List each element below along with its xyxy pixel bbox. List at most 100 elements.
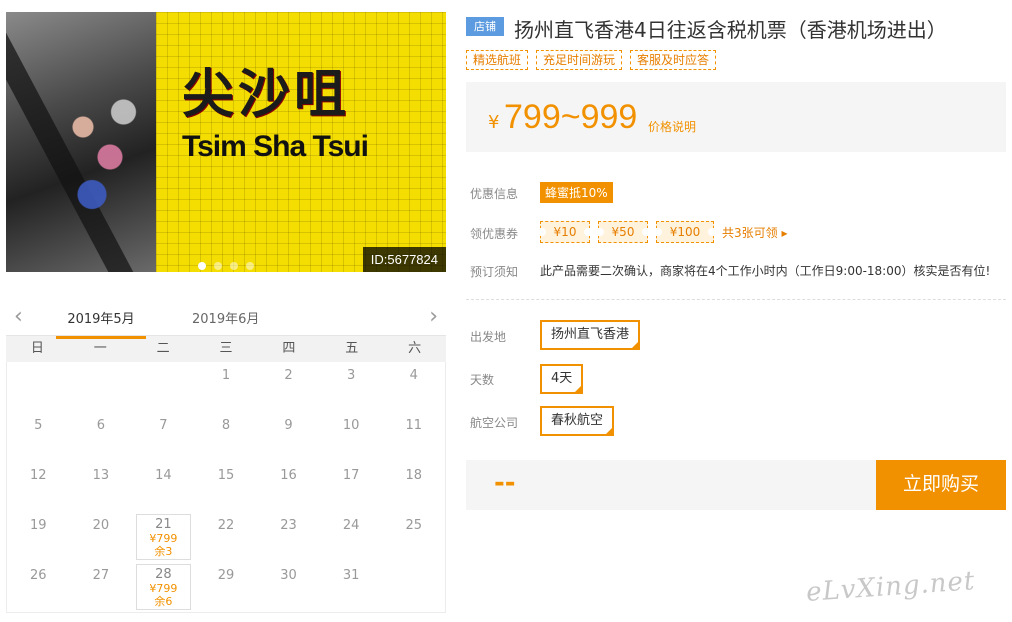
weekday-label: 日 xyxy=(30,341,44,356)
day-number: 27 xyxy=(92,568,110,583)
carousel-dot[interactable] xyxy=(198,262,206,270)
buy-now-button[interactable]: 立即购买 xyxy=(876,460,1006,510)
tab-month-current[interactable]: 2019年5月 xyxy=(56,308,146,339)
coupon-10[interactable]: ¥10 xyxy=(540,221,590,243)
day-number: 21 xyxy=(155,517,172,532)
store-badge: 店铺 xyxy=(466,17,504,36)
calendar-day-available[interactable]: 21 ¥799 余3 xyxy=(136,514,191,560)
carousel-dot[interactable] xyxy=(214,262,222,270)
calendar-day: 25 xyxy=(382,512,445,562)
calendar-day-available[interactable]: 28 ¥799 余6 xyxy=(136,564,191,610)
calendar-day: 6 xyxy=(70,412,133,462)
weekday-header: 日一二三四五六 xyxy=(6,336,446,362)
calendar-header: ‹ 2019年5月 2019年6月 › xyxy=(6,298,446,339)
carousel-dot[interactable] xyxy=(246,262,254,270)
calendar-day: 2 xyxy=(257,362,320,412)
calendar-day: 15 xyxy=(195,462,258,512)
calendar-day: 27 xyxy=(70,562,133,612)
total-price: -- xyxy=(494,468,516,498)
day-number: 1 xyxy=(221,368,231,383)
departure-label: 出发地 xyxy=(470,330,507,344)
tab-month-next[interactable]: 2019年6月 xyxy=(192,308,259,327)
day-number: 11 xyxy=(405,418,422,433)
total-bar: -- xyxy=(466,460,876,510)
day-number: 30 xyxy=(280,568,297,583)
day-number: 20 xyxy=(92,518,110,533)
weekday-label: 二 xyxy=(156,341,170,356)
calendar-day: 11 xyxy=(382,412,445,462)
calendar-empty-cell xyxy=(132,362,195,412)
day-number: 17 xyxy=(342,468,360,483)
weekday-label: 三 xyxy=(219,341,233,356)
calendar-day: 16 xyxy=(257,462,320,512)
day-number: 24 xyxy=(342,518,360,533)
days-label: 天数 xyxy=(470,373,495,387)
calendar-day: 10 xyxy=(320,412,383,462)
coupon-100[interactable]: ¥100 xyxy=(656,221,714,243)
calendar-day: 29 xyxy=(195,562,258,612)
calendar-day: 31 xyxy=(320,562,383,612)
photo-id-label: ID:5677824 xyxy=(362,247,446,272)
day-number: 29 xyxy=(217,568,235,583)
day-number: 6 xyxy=(96,418,105,433)
crowd-figures xyxy=(56,82,146,232)
day-number: 28 xyxy=(155,567,172,582)
day-number: 26 xyxy=(30,568,47,583)
weekday-label: 六 xyxy=(408,341,422,356)
calendar-day: 18 xyxy=(382,462,445,512)
day-number: 25 xyxy=(405,518,422,533)
calendar-grid: 1 2 3 4 5 6 7 8 9 10 11 12 13 14 15 16 17 18 19 20 21 ¥799 余3 2… xyxy=(6,362,446,613)
calendar-day: 22 xyxy=(195,512,258,562)
day-number: 23 xyxy=(280,518,297,533)
calendar-day: 9 xyxy=(257,412,320,462)
days-option[interactable]: 4天 xyxy=(540,364,584,394)
coupon-list: ¥10 ¥50 ¥100 共3张可领 ▸ xyxy=(540,221,787,243)
price-explain-link[interactable]: 价格说明 xyxy=(648,118,696,135)
day-number: 22 xyxy=(217,518,235,533)
calendar-day: 1 xyxy=(195,362,258,412)
calendar-empty-cell xyxy=(70,362,133,412)
station-sign-english: Tsim Sha Tsui xyxy=(182,130,369,163)
day-number: 18 xyxy=(405,468,422,483)
next-month-icon[interactable]: › xyxy=(429,304,438,329)
site-watermark: eLvXing.net xyxy=(805,566,977,608)
feature-tags: 精选航班 充足时间游玩 客服及时应答 xyxy=(466,50,717,70)
coupon-more-link[interactable]: 共3张可领 ▸ xyxy=(722,224,787,241)
departure-option[interactable]: 扬州直飞香港 xyxy=(540,320,641,350)
carousel-dots[interactable] xyxy=(198,262,254,270)
calendar-day: 19 xyxy=(7,512,70,562)
weekday-label: 五 xyxy=(345,341,359,356)
calendar-day: 30 xyxy=(257,562,320,612)
airline-option[interactable]: 春秋航空 xyxy=(540,406,615,436)
day-number: 2 xyxy=(284,368,293,383)
carousel-dot[interactable] xyxy=(230,262,238,270)
price-range: 799~999 xyxy=(504,98,638,136)
weekday-label: 四 xyxy=(282,341,296,356)
day-number: 10 xyxy=(342,418,360,433)
coupon-50[interactable]: ¥50 xyxy=(598,221,648,243)
price-panel: ¥ 799~999 价格说明 xyxy=(466,82,1006,152)
calendar-day: 26 xyxy=(7,562,70,612)
feature-tag: 精选航班 xyxy=(466,50,529,70)
day-number: 8 xyxy=(221,418,231,433)
day-number: 14 xyxy=(155,468,172,483)
day-number: 31 xyxy=(342,568,360,583)
day-number: 19 xyxy=(30,518,47,533)
feature-tag: 充足时间游玩 xyxy=(536,50,623,70)
product-photo[interactable]: 尖沙咀 Tsim Sha Tsui ID:5677824 xyxy=(6,12,446,272)
booking-notice: 此产品需要二次确认，商家将在4个工作小时内（工作日9:00-18:00）核实是否… xyxy=(540,264,991,278)
page: 尖沙咀 Tsim Sha Tsui ID:5677824 ‹ 2019年5月 2… xyxy=(0,0,1012,622)
calendar-day: 5 xyxy=(7,412,70,462)
promo-label: 优惠信息 xyxy=(470,187,519,201)
calendar-day: 24 xyxy=(320,512,383,562)
calendar-day: 20 xyxy=(70,512,133,562)
day-number: 9 xyxy=(284,418,293,433)
day-number: 7 xyxy=(159,418,168,433)
promo-badge: 蜂蜜抵10% xyxy=(540,182,613,203)
feature-tag: 客服及时应答 xyxy=(630,50,717,70)
day-number: 12 xyxy=(30,468,47,483)
day-remaining: 余6 xyxy=(154,595,173,608)
prev-month-icon[interactable]: ‹ xyxy=(14,304,23,329)
date-calendar: ‹ 2019年5月 2019年6月 › 日一二三四五六 1 2 3 4 5 6 7 8 9 10 1… xyxy=(6,298,446,613)
day-number: 4 xyxy=(409,368,418,383)
